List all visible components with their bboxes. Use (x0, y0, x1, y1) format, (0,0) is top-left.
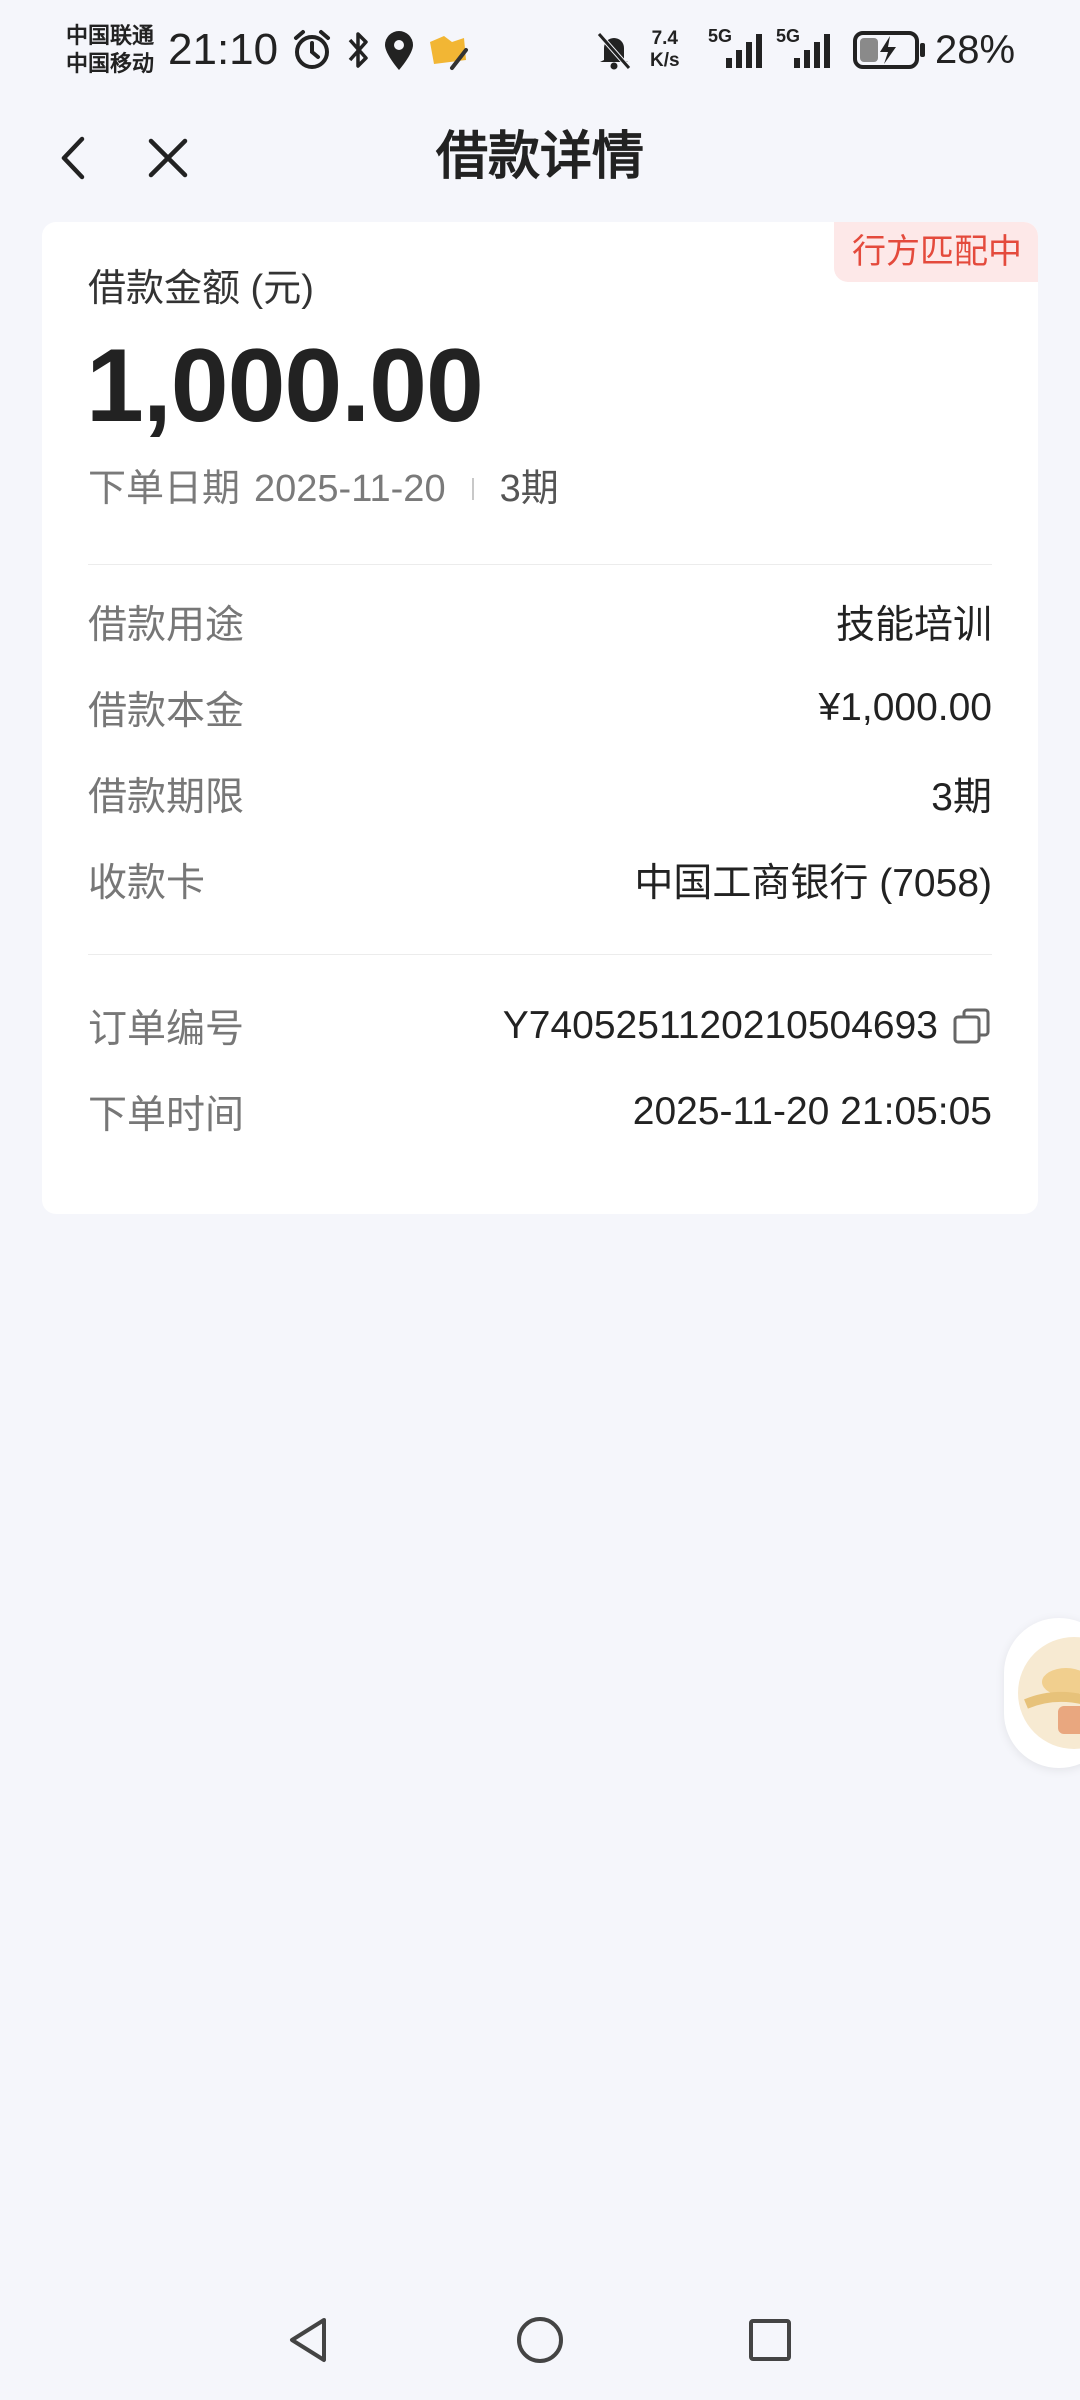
battery-charging-icon (853, 31, 925, 69)
system-home-button[interactable] (510, 2310, 570, 2370)
mute-icon (597, 32, 631, 70)
circle-home-icon (517, 2317, 563, 2363)
row-label: 借款用途 (88, 604, 245, 647)
order-date: 2025-11-20 (254, 468, 446, 510)
carrier-1: 中国联通 (66, 23, 155, 48)
detail-row-principal: 借款本金 ¥1,000.00 (88, 678, 992, 738)
system-navigation-bar (0, 2280, 1080, 2400)
system-back-button[interactable] (278, 2310, 338, 2370)
network-speed: 7.4 K/s (650, 28, 680, 71)
order-number: Y7405251120210504693 (502, 1004, 938, 1047)
detail-row-term: 借款期限 3期 (88, 764, 992, 824)
row-label: 订单编号 (88, 1008, 245, 1051)
loan-detail-card: 行方匹配中 借款金额 (元) 1,000.00 下单日期 2025-11-20 … (42, 222, 1038, 1214)
row-label: 收款卡 (88, 862, 206, 905)
detail-row-receiving-card: 收款卡 中国工商银行 (7058) (88, 850, 992, 910)
carrier-names: 中国联通 中国移动 (66, 22, 154, 78)
alarm-icon (294, 30, 330, 69)
status-badge: 行方匹配中 (834, 222, 1038, 282)
row-value: 技能培训 (835, 604, 992, 647)
row-value: 中国工商银行 (7058) (634, 862, 992, 905)
divider (88, 564, 992, 565)
row-value: 2025-11-20 21:05:05 (632, 1090, 992, 1133)
amount-label: 借款金额 (元) (88, 268, 314, 310)
order-date-line: 下单日期 2025-11-20 3期 (88, 464, 559, 514)
signal-icon (794, 34, 830, 68)
detail-row-order-time: 下单时间 2025-11-20 21:05:05 (88, 1082, 992, 1142)
copy-icon[interactable] (952, 1006, 992, 1046)
order-number-value: Y7405251120210504693 (503, 1004, 992, 1048)
row-value: ¥1,000.00 (818, 686, 992, 729)
battery-percent: 28% (935, 28, 1016, 72)
floating-assistant-button[interactable] (1004, 1618, 1080, 1768)
page-title: 借款详情 (435, 128, 644, 186)
divider (88, 954, 992, 955)
bluetooth-icon (348, 32, 368, 68)
row-value: 3期 (931, 776, 992, 819)
triangle-back-icon (290, 2318, 326, 2362)
loan-amount: 1,000.00 (86, 328, 484, 444)
detail-row-purpose: 借款用途 技能培训 (88, 592, 992, 652)
status-bar: 中国联通 中国移动 21:10 7.4 K/s 5G 5G 28% (0, 0, 1080, 104)
location-icon (385, 31, 413, 70)
row-label: 下单时间 (88, 1094, 245, 1137)
square-recents-icon (749, 2319, 791, 2361)
signal-icon (726, 34, 762, 68)
system-recents-button[interactable] (740, 2310, 800, 2370)
assistant-avatar-icon (1018, 1637, 1080, 1749)
status-time: 21:10 (168, 25, 279, 74)
carrier-2: 中国移动 (66, 51, 155, 76)
order-date-label: 下单日期 (88, 468, 241, 510)
app-notification-icon (430, 36, 468, 70)
detail-row-order-number: 订单编号 Y7405251120210504693 (88, 996, 992, 1056)
separator (471, 478, 474, 500)
row-label: 借款本金 (88, 690, 245, 733)
loan-periods: 3期 (499, 468, 559, 510)
row-label: 借款期限 (88, 776, 245, 819)
navigation-bar: 借款详情 (0, 104, 1080, 208)
